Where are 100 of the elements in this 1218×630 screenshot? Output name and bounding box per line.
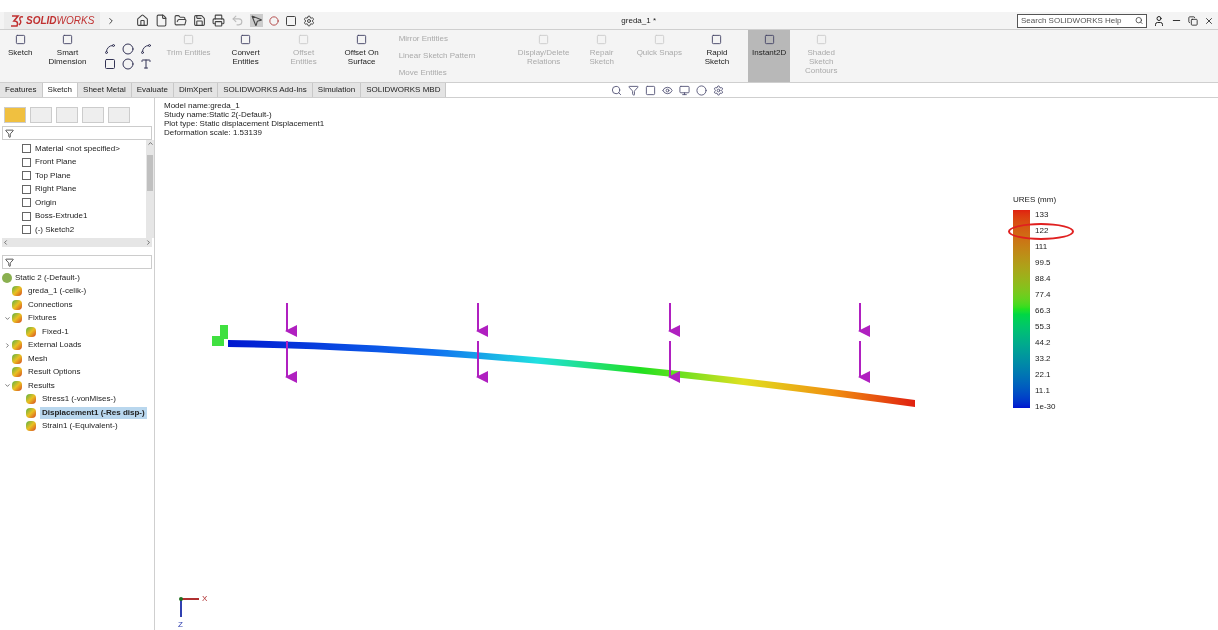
tree-item[interactable]: Displacement1 (-Res disp-) <box>40 406 147 419</box>
home-icon[interactable] <box>136 14 150 27</box>
document-title: greda_1 * <box>621 14 657 27</box>
tool-icon <box>538 34 550 45</box>
view-tool-icon[interactable] <box>696 84 708 96</box>
user-icon[interactable] <box>1153 14 1165 27</box>
tool-icon <box>653 34 665 45</box>
tree-node-icon <box>12 313 22 324</box>
ribbon-button[interactable]: Sketch <box>4 30 37 82</box>
arc-tool-icon[interactable] <box>122 57 135 70</box>
study-icon <box>2 272 12 283</box>
tree-item[interactable]: Material <not specified> <box>35 142 120 155</box>
tree-item[interactable]: Result Options <box>26 366 83 379</box>
tree-item[interactable]: Connections <box>26 298 75 311</box>
restore-icon[interactable] <box>1188 15 1198 26</box>
line-tool-icon[interactable] <box>104 42 117 55</box>
tool-icon <box>596 34 608 45</box>
search-icon[interactable] <box>1134 16 1143 25</box>
print-icon[interactable] <box>212 14 226 27</box>
legend-tick-label: 111 <box>1035 241 1049 253</box>
legend-tick-label: 133 <box>1035 209 1050 221</box>
tool-icon <box>183 34 195 45</box>
new-file-icon[interactable] <box>155 14 169 27</box>
highlight-ellipse <box>1008 223 1074 240</box>
horizontal-scrollbar[interactable] <box>2 238 152 247</box>
view-tool-icon[interactable] <box>662 84 674 96</box>
tree-item[interactable]: Boss-Extrude1 <box>35 210 88 223</box>
ribbon-button[interactable]: Smart Dimension <box>40 30 95 82</box>
legend-tick-label: 55.3 <box>1035 321 1052 333</box>
view-tool-icon[interactable] <box>679 84 691 96</box>
tree-item[interactable]: External Loads <box>26 339 84 352</box>
filter-field[interactable] <box>2 255 152 269</box>
logo-icon <box>10 14 24 27</box>
scroll-right-icon[interactable] <box>145 239 152 246</box>
help-search-field[interactable]: Search SOLIDWORKS Help <box>1017 13 1147 28</box>
close-icon[interactable] <box>1204 15 1214 26</box>
ribbon-button[interactable]: Rapid Sketch <box>690 30 744 82</box>
open-folder-icon[interactable] <box>174 14 188 27</box>
tree-item[interactable]: Right Plane <box>35 183 77 196</box>
scroll-up-icon[interactable] <box>146 140 154 147</box>
ribbon-button[interactable]: Instant2D <box>748 30 791 82</box>
circle-tool-icon[interactable] <box>122 42 135 55</box>
legend-tick-label: 88.4 <box>1035 273 1052 285</box>
rectangle-tool-icon[interactable] <box>104 57 117 70</box>
tool-icon <box>298 34 310 45</box>
tree-item[interactable]: Results <box>26 379 57 392</box>
view-tool-icon[interactable] <box>713 84 725 96</box>
plot-info-text: Model name:greda_1 <box>164 101 241 110</box>
tool-icon <box>240 34 252 45</box>
view-tool-icon[interactable] <box>645 84 657 96</box>
tree-item[interactable]: Origin <box>35 196 57 209</box>
tree-node-icon <box>12 367 22 378</box>
save-icon[interactable] <box>193 14 207 27</box>
select-pointer-icon[interactable] <box>250 14 264 27</box>
view-tool-icon[interactable] <box>611 84 623 96</box>
settings-icon[interactable] <box>303 14 316 27</box>
tree-item[interactable]: Fixtures <box>26 312 59 325</box>
ribbon-tab[interactable]: Sketch <box>42 83 79 97</box>
text-tool-icon[interactable] <box>140 57 153 70</box>
scrollbar[interactable] <box>146 140 154 238</box>
tool-icon <box>815 34 827 45</box>
legend-tick-label: 99.5 <box>1035 257 1052 269</box>
legend-tick-label: 1e-30 <box>1035 401 1056 413</box>
spline-tool-icon[interactable] <box>140 42 153 55</box>
legend-tick-label: 44.2 <box>1035 337 1052 349</box>
ribbon-button[interactable]: Offset On Surface <box>334 30 389 82</box>
axis-label: X <box>202 594 208 603</box>
axis-label: Z <box>178 620 183 629</box>
tree-node-icon <box>26 326 36 337</box>
tree-item[interactable]: Static 2 (-Default-) <box>15 271 80 284</box>
tree-node-icon <box>12 380 22 391</box>
tree-item[interactable]: Front Plane <box>35 156 77 169</box>
legend-tick-label: 77.4 <box>1035 289 1052 301</box>
tool-icon <box>356 34 368 45</box>
filter-field[interactable] <box>2 126 152 140</box>
tree-item[interactable]: Fixed-1 <box>40 325 71 338</box>
logo-text: SOLIDWORKS <box>26 14 95 28</box>
scroll-left-icon[interactable] <box>2 239 9 246</box>
app-logo[interactable]: SOLIDWORKS <box>4 12 101 29</box>
tree-node-icon <box>12 299 22 310</box>
tree-item[interactable]: Stress1 (-vonMises-) <box>40 393 118 406</box>
tree-item[interactable]: Strain1 (-Equivalent-) <box>40 420 120 433</box>
tool-icon <box>14 34 26 45</box>
tree-item[interactable]: greda_1 (-celik-) <box>26 285 89 298</box>
legend-tick-label: 22.1 <box>1035 369 1052 381</box>
tree-node-icon <box>12 353 22 364</box>
tool-icon <box>711 34 723 45</box>
plot-info-text: Study name:Static 2(-Default-) <box>164 110 273 119</box>
ribbon-button[interactable]: Convert Entities <box>218 30 273 82</box>
filter-icon <box>5 128 14 138</box>
tool-icon <box>61 34 73 45</box>
tree-item[interactable]: (-) Sketch2 <box>35 223 75 236</box>
legend-tick-label: 122 <box>1035 225 1050 237</box>
tree-node-icon <box>26 421 36 432</box>
tree-item[interactable]: Top Plane <box>35 169 71 182</box>
tree-item[interactable]: Mesh <box>26 352 50 365</box>
view-tool-icon[interactable] <box>628 84 640 96</box>
tree-node-icon <box>26 394 36 405</box>
plot-info-text: Plot type: Static displacement Displacement1 <box>164 119 325 128</box>
tool-icon <box>763 34 775 45</box>
